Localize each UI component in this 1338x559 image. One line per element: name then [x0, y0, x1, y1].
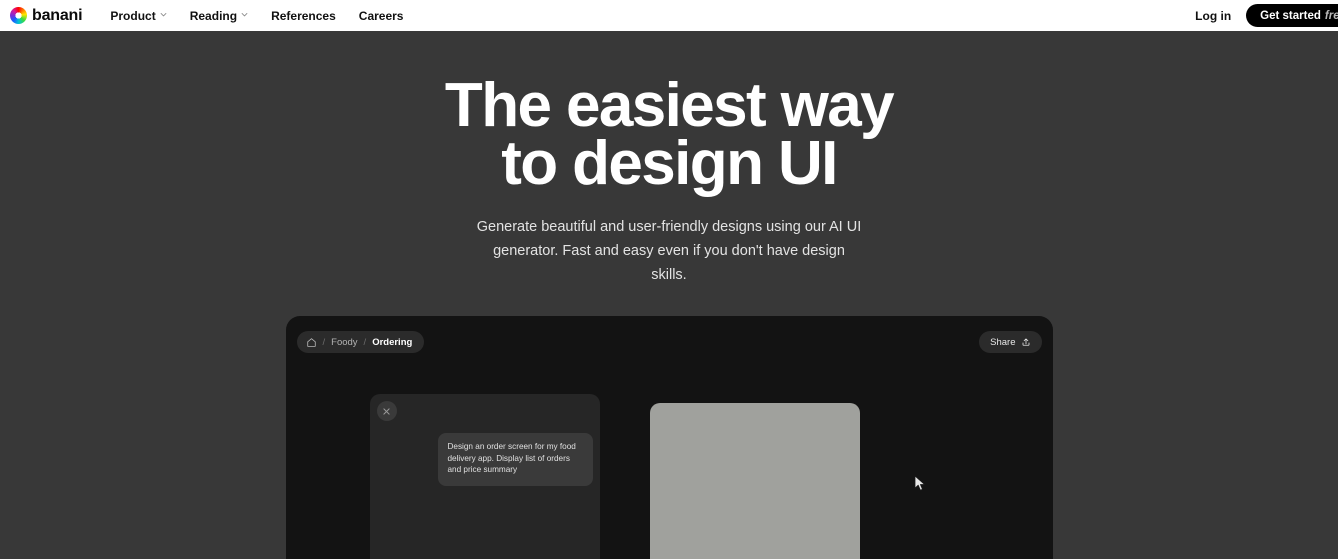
navbar-left-group: banani Product Reading References Career…: [10, 7, 403, 24]
hero-subtitle: Generate beautiful and user-friendly des…: [476, 219, 862, 283]
nav-link-references[interactable]: References: [271, 10, 336, 22]
hero-section: The easiest way to design UI Generate be…: [0, 31, 1338, 287]
hero-title-line-2: to design UI: [501, 129, 838, 198]
breadcrumb-item-foody[interactable]: Foody: [331, 337, 357, 348]
top-navigation-bar: banani Product Reading References Career…: [0, 0, 1338, 31]
home-icon[interactable]: [306, 337, 317, 348]
navbar-right-group: Log in Get started free: [1195, 0, 1338, 31]
nav-link-reading-label: Reading: [189, 8, 238, 23]
close-button[interactable]: [376, 401, 397, 421]
brand-name: banani: [32, 6, 83, 24]
prompt-tooltip: Design an order screen for my food deliv…: [437, 433, 593, 486]
banani-logo-icon: [10, 7, 27, 24]
nav-link-product-label: Product: [110, 8, 156, 23]
share-button-label: Share: [990, 336, 1016, 348]
get-started-button[interactable]: Get started free: [1246, 4, 1338, 27]
app-mockup-window: / Foody / Ordering Share Design an order…: [285, 316, 1053, 559]
nav-link-careers[interactable]: Careers: [359, 10, 404, 22]
breadcrumb[interactable]: / Foody / Ordering: [296, 331, 425, 353]
breadcrumb-separator: /: [363, 336, 367, 348]
chevron-down-icon: [160, 11, 167, 18]
breadcrumb-item-ordering[interactable]: Ordering: [372, 337, 412, 348]
app-mockup-section: / Foody / Ordering Share Design an order…: [0, 316, 1338, 559]
chevron-down-icon: [241, 11, 248, 18]
brand-logo[interactable]: banani: [10, 6, 83, 24]
share-upload-icon: [1021, 337, 1031, 347]
get-started-free-label: free: [1324, 9, 1338, 22]
primary-nav-links: Product Reading References Careers: [110, 10, 403, 22]
breadcrumb-separator: /: [322, 336, 326, 348]
page-title: The easiest way to design UI: [445, 75, 895, 195]
get-started-label: Get started: [1260, 9, 1321, 22]
prompt-tooltip-text: Design an order screen for my food deliv…: [447, 442, 576, 474]
design-preview-placeholder[interactable]: [649, 403, 860, 559]
nav-link-reading[interactable]: Reading: [190, 10, 248, 22]
nav-link-product[interactable]: Product: [110, 8, 167, 23]
login-link[interactable]: Log in: [1195, 9, 1231, 23]
mouse-cursor-icon: [914, 475, 927, 492]
share-button[interactable]: Share: [979, 331, 1042, 353]
close-icon: [382, 407, 391, 416]
